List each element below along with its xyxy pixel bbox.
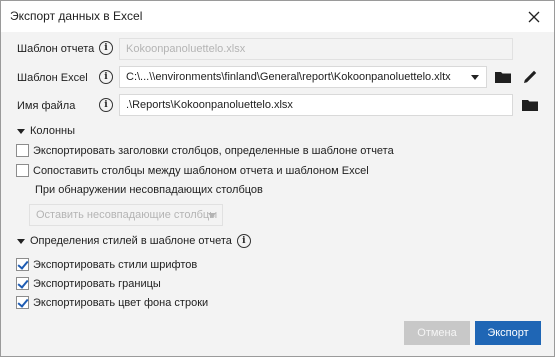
excel-template-label: Шаблон Excel	[17, 72, 88, 84]
export-borders-checkbox-row[interactable]: Экспортировать границы	[16, 277, 161, 290]
mismatch-dropdown[interactable]: Оставить несовпадающие столбцы	[29, 204, 223, 226]
export-fonts-checkbox-row[interactable]: Экспортировать стили шрифтов	[16, 258, 197, 271]
styles-section-header: Определения стилей в шаблоне отчета	[30, 235, 232, 247]
export-button[interactable]: Экспорт	[475, 321, 541, 345]
file-name-label: Имя файла	[17, 100, 76, 112]
cancel-button[interactable]: Отмена	[404, 321, 470, 345]
dialog-content: Шаблон отчета i Kokoonpanoluettelo.xlsx …	[1, 32, 554, 356]
browse-file-name-button[interactable]	[521, 96, 539, 114]
info-icon[interactable]: i	[99, 41, 113, 55]
columns-section-header: Колонны	[30, 125, 75, 137]
browse-excel-template-button[interactable]	[494, 68, 512, 86]
excel-template-value: C:\...\\environments\finland\General\rep…	[126, 71, 451, 83]
export-headers-checkbox-row[interactable]: Экспортировать заголовки столбцов, опред…	[16, 144, 394, 157]
chevron-down-icon	[208, 213, 216, 218]
folder-icon	[495, 72, 511, 83]
info-icon[interactable]: i	[236, 234, 251, 248]
match-columns-checkbox[interactable]	[16, 164, 29, 177]
export-fonts-checkbox[interactable]	[16, 258, 29, 271]
excel-template-dropdown[interactable]: C:\...\\environments\finland\General\rep…	[119, 66, 487, 88]
file-name-value: .\Reports\Kokoonpanoluettelo.xlsx	[126, 99, 293, 111]
report-template-label: Шаблон отчета	[17, 43, 95, 55]
info-icon[interactable]: i	[99, 70, 113, 84]
window-title: Экспорт данных в Excel	[10, 9, 143, 23]
caret-down-icon	[17, 128, 25, 134]
file-name-input[interactable]: .\Reports\Kokoonpanoluettelo.xlsx	[119, 94, 513, 116]
match-columns-checkbox-row[interactable]: Сопоставить столбцы между шаблоном отчет…	[16, 164, 369, 177]
match-columns-label: Сопоставить столбцы между шаблоном отчет…	[33, 164, 369, 177]
info-icon[interactable]: i	[99, 98, 113, 112]
close-button[interactable]	[514, 1, 554, 32]
export-headers-checkbox[interactable]	[16, 144, 29, 157]
close-icon	[528, 11, 540, 22]
export-borders-checkbox[interactable]	[16, 277, 29, 290]
export-dialog: Экспорт данных в Excel Шаблон отчета i K…	[0, 0, 555, 357]
mismatch-option: Оставить несовпадающие столбцы	[36, 209, 218, 221]
export-row-bg-label: Экспортировать цвет фона строки	[33, 296, 209, 309]
export-row-bg-checkbox-row[interactable]: Экспортировать цвет фона строки	[16, 296, 208, 309]
title-bar: Экспорт данных в Excel	[1, 1, 554, 32]
pencil-icon	[524, 70, 537, 83]
export-row-bg-checkbox[interactable]	[16, 296, 29, 309]
folder-icon	[522, 100, 538, 111]
mismatch-label: При обнаружении несовпадающих столбцов	[35, 184, 263, 196]
export-fonts-label: Экспортировать стили шрифтов	[33, 258, 198, 271]
export-headers-label: Экспортировать заголовки столбцов, опред…	[33, 144, 394, 157]
export-borders-label: Экспортировать границы	[33, 277, 161, 290]
caret-down-icon	[17, 238, 25, 244]
report-template-value: Kokoonpanoluettelo.xlsx	[126, 43, 246, 55]
chevron-down-icon	[471, 75, 479, 80]
edit-excel-template-button[interactable]	[521, 68, 539, 86]
report-template-field: Kokoonpanoluettelo.xlsx	[119, 38, 513, 60]
columns-section-toggle[interactable]: Колонны	[17, 125, 75, 137]
styles-section-toggle[interactable]: Определения стилей в шаблоне отчета i	[17, 234, 251, 248]
